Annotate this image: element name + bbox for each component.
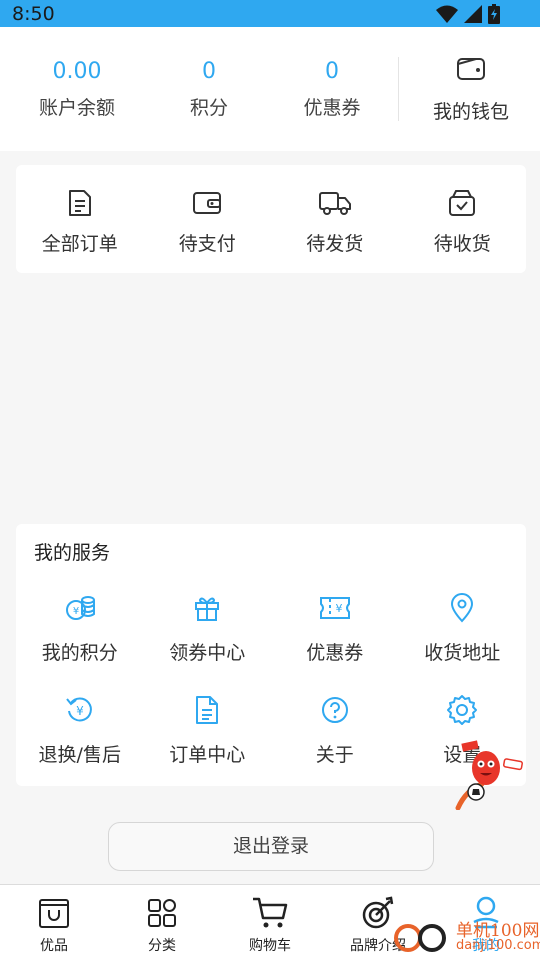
wallet-button[interactable]: 我的钱包 bbox=[406, 55, 536, 124]
svg-text:¥: ¥ bbox=[335, 602, 342, 615]
coins-icon: ¥ bbox=[65, 596, 95, 620]
coupons-label: 优惠券 bbox=[303, 97, 361, 119]
balance-label: 账户余额 bbox=[38, 97, 115, 119]
service-order-center[interactable]: 订单中心 bbox=[144, 694, 272, 767]
service-coupons[interactable]: ¥ 优惠券 bbox=[271, 592, 399, 665]
tab-category[interactable]: 分类 bbox=[108, 885, 216, 960]
site-watermark: 单机100网 danji100.com bbox=[388, 912, 540, 960]
wallet-icon bbox=[193, 192, 222, 214]
service-about-label: 关于 bbox=[315, 744, 354, 766]
tab-products[interactable]: 优品 bbox=[0, 885, 108, 960]
logout-button[interactable]: 退出登录 bbox=[108, 822, 434, 871]
balance-stat[interactable]: 0.00 账户余额 bbox=[12, 57, 142, 120]
tab-cart[interactable]: 购物车 bbox=[216, 885, 324, 960]
divider bbox=[398, 57, 399, 121]
svg-text:¥: ¥ bbox=[73, 606, 79, 617]
watermark-logo-icon bbox=[394, 924, 446, 952]
service-my-points-label: 我的积分 bbox=[41, 642, 118, 664]
tab-cart-label: 购物车 bbox=[249, 938, 291, 954]
service-address-label: 收货地址 bbox=[424, 642, 501, 664]
refund-icon: ¥ bbox=[65, 697, 92, 722]
service-refund[interactable]: ¥ 退换/售后 bbox=[16, 694, 144, 767]
status-icons bbox=[436, 4, 500, 24]
tab-products-label: 优品 bbox=[40, 938, 68, 954]
wallet-label: 我的钱包 bbox=[432, 101, 509, 123]
coupons-value: 0 bbox=[325, 59, 339, 84]
svg-text:¥: ¥ bbox=[76, 704, 84, 718]
help-circle-icon bbox=[321, 697, 348, 723]
order-all-label: 全部订单 bbox=[41, 233, 118, 255]
category-grid-icon bbox=[148, 899, 176, 927]
service-refund-label: 退换/售后 bbox=[38, 744, 121, 766]
service-address[interactable]: 收货地址 bbox=[399, 592, 527, 665]
service-my-points[interactable]: ¥ 我的积分 bbox=[16, 592, 144, 665]
service-coupon-center[interactable]: 领券中心 bbox=[144, 592, 272, 665]
tab-category-label: 分类 bbox=[148, 938, 176, 954]
status-bar: 8:50 bbox=[0, 0, 540, 27]
gear-icon bbox=[447, 695, 478, 725]
watermark-url: danji100.com bbox=[456, 938, 540, 953]
status-time: 8:50 bbox=[12, 3, 55, 25]
account-summary: 0.00 账户余额 0 积分 0 优惠券 我的钱包 bbox=[0, 27, 540, 151]
location-pin-icon bbox=[451, 593, 474, 623]
cart-icon bbox=[253, 897, 288, 928]
points-label: 积分 bbox=[189, 97, 228, 119]
mascot-watermark-icon bbox=[455, 740, 523, 810]
points-value: 0 bbox=[202, 59, 216, 84]
services-title: 我的服务 bbox=[34, 542, 111, 564]
wallet-icon bbox=[457, 58, 485, 80]
order-pending-shipment-label: 待发货 bbox=[306, 233, 364, 255]
document-icon bbox=[68, 190, 91, 216]
order-pending-shipment[interactable]: 待发货 bbox=[271, 165, 399, 256]
wifi-icon bbox=[436, 5, 458, 23]
order-pending-payment[interactable]: 待支付 bbox=[144, 165, 272, 256]
gift-icon bbox=[195, 597, 220, 621]
order-pending-payment-label: 待支付 bbox=[178, 233, 236, 255]
service-coupons-label: 优惠券 bbox=[306, 642, 364, 664]
service-order-center-label: 订单中心 bbox=[169, 744, 246, 766]
services-card: 我的服务 ¥ 我的积分 领券中心 ¥ 优惠券 收货地址 ¥ 退换/售后 订单中心… bbox=[16, 524, 526, 786]
truck-icon bbox=[318, 192, 351, 215]
order-all[interactable]: 全部订单 bbox=[16, 165, 144, 256]
service-about[interactable]: 关于 bbox=[271, 694, 399, 767]
signal-icon bbox=[464, 5, 482, 23]
balance-value: 0.00 bbox=[52, 59, 102, 84]
order-pending-receipt[interactable]: 待收货 bbox=[399, 165, 527, 256]
points-stat[interactable]: 0 积分 bbox=[144, 57, 274, 120]
orders-card: 全部订单 待支付 待发货 待收货 bbox=[16, 165, 526, 273]
service-coupon-center-label: 领券中心 bbox=[169, 642, 246, 664]
order-pending-receipt-label: 待收货 bbox=[433, 233, 491, 255]
box-check-icon bbox=[449, 190, 476, 216]
ticket-icon: ¥ bbox=[319, 597, 350, 619]
document-icon bbox=[196, 696, 219, 724]
battery-icon bbox=[488, 4, 500, 24]
coupons-stat[interactable]: 0 优惠券 bbox=[267, 57, 397, 120]
shopping-bag-icon bbox=[39, 899, 69, 928]
